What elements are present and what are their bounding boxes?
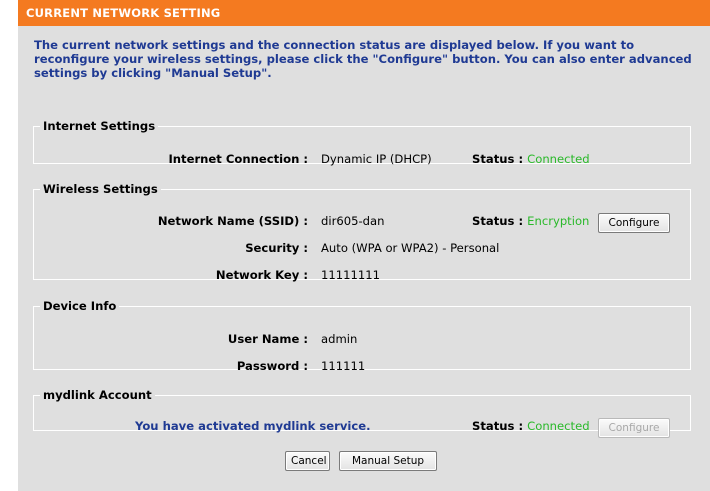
security-label: Security : xyxy=(245,241,308,255)
mydlink-status-message: You have activated mydlink service. xyxy=(135,419,371,433)
internet-settings-group: Internet Settings Internet Connection : … xyxy=(33,119,691,167)
mydlink-account-legend: mydlink Account xyxy=(43,388,152,402)
device-info-legend: Device Info xyxy=(43,299,117,313)
mydlink-configure-button[interactable]: Configure xyxy=(598,418,670,438)
wireless-status-label: Status : Encryption xyxy=(472,213,589,229)
mydlink-status-label: Status : Connected xyxy=(472,418,590,434)
manual-setup-button[interactable]: Manual Setup xyxy=(339,451,437,471)
wireless-settings-legend: Wireless Settings xyxy=(43,182,158,196)
section-header: CURRENT NETWORK SETTING xyxy=(18,0,710,26)
network-key-label: Network Key : xyxy=(215,268,308,282)
network-key-value: 11111111 xyxy=(321,268,381,282)
security-value: Auto (WPA or WPA2) - Personal xyxy=(321,241,500,255)
wireless-status-value: Encryption xyxy=(527,214,590,228)
password-value: 111111 xyxy=(321,359,366,373)
device-info-group: Device Info User Name : admin Password :… xyxy=(33,299,691,373)
mydlink-status-label-text: Status : xyxy=(472,419,524,433)
wireless-configure-button[interactable]: Configure xyxy=(598,213,670,233)
cancel-button[interactable]: Cancel xyxy=(285,451,330,471)
internet-status-label: Status : Connected xyxy=(472,151,590,167)
ssid-label: Network Name (SSID) : xyxy=(157,214,308,228)
mydlink-account-group: mydlink Account You have activated mydli… xyxy=(33,388,691,438)
wireless-status-label-text: Status : xyxy=(472,214,524,228)
wireless-settings-group: Wireless Settings Network Name (SSID) : … xyxy=(33,182,691,282)
internet-connection-label: Internet Connection : xyxy=(168,152,308,166)
password-label: Password : xyxy=(236,359,308,373)
internet-status-value: Connected xyxy=(527,152,590,166)
internet-settings-legend: Internet Settings xyxy=(43,119,156,133)
user-name-label: User Name : xyxy=(227,332,308,346)
mydlink-status-value: Connected xyxy=(527,419,590,433)
intro-text: The current network settings and the con… xyxy=(34,38,692,80)
ssid-value: dir605-dan xyxy=(321,214,385,228)
user-name-value: admin xyxy=(321,332,358,346)
internet-connection-value: Dynamic IP (DHCP) xyxy=(321,152,432,166)
internet-status-label-text: Status : xyxy=(472,152,524,166)
